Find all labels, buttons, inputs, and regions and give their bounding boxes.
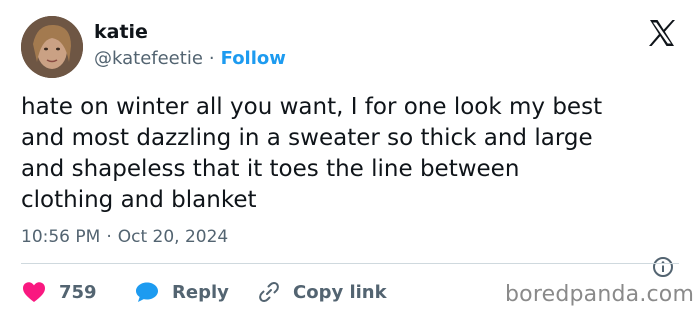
like-count: 759 [59,281,97,303]
tweet-card: katie @katefeetie · Follow hate on winter … [0,0,700,318]
copy-link-button[interactable]: Copy link [257,277,387,307]
tweet-text: hate on winter all you want, I for one l… [21,94,603,213]
speech-bubble-icon [136,282,158,302]
follow-button[interactable]: Follow [221,48,286,69]
author-handle[interactable]: @katefeetie [94,48,203,69]
timestamp: 10:56 PM · Oct 20, 2024 [21,227,228,247]
divider [21,263,679,264]
handle-row: @katefeetie · Follow [94,48,286,69]
author-name[interactable]: katie [94,21,148,43]
copy-link-label: Copy link [293,281,387,303]
reply-button[interactable]: Reply [134,277,229,307]
like-button[interactable]: 759 [21,277,97,307]
heart-icon [23,282,45,302]
reply-label: Reply [172,281,229,303]
x-logo-icon[interactable] [646,17,678,49]
timestamp-separator: · [106,227,112,247]
action-bar: 759 Reply Copy link [21,277,491,307]
tweet-date[interactable]: Oct 20, 2024 [118,227,229,247]
tweet-time[interactable]: 10:56 PM [21,227,100,247]
avatar-image [21,16,83,78]
info-icon[interactable] [652,256,674,278]
handle-separator: · [208,48,215,69]
link-icon [259,282,279,302]
watermark: boredpanda.com [505,282,695,307]
avatar[interactable] [21,16,83,78]
